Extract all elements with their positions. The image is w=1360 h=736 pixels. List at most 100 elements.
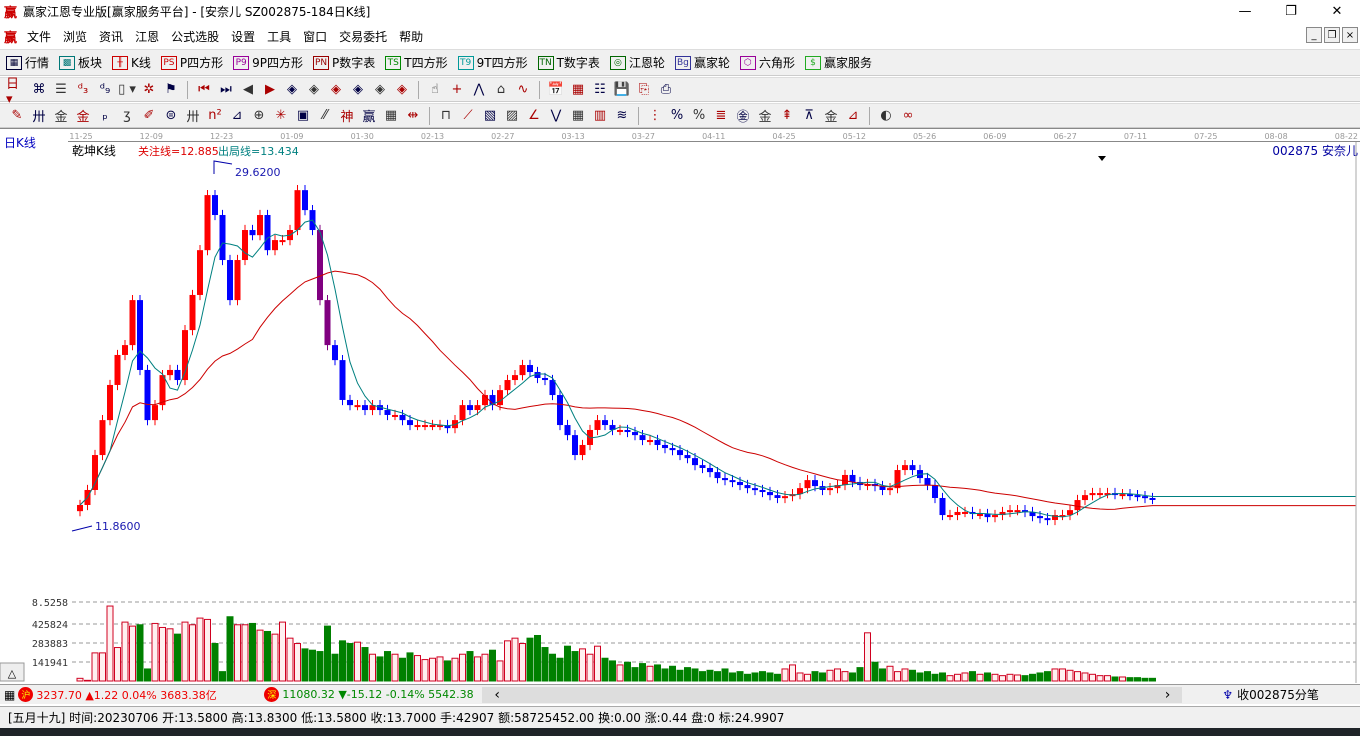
tool-icon[interactable]: ⌂ [490,80,512,100]
tool-icon[interactable]: ▨ [501,106,523,126]
tool-icon[interactable]: ⌘ [28,80,50,100]
tool-icon[interactable]: ⋁ [545,106,567,126]
menu-item[interactable]: 帮助 [393,28,429,45]
toolbar-button[interactable]: ⬡ 六角形 [739,54,795,71]
tool-icon[interactable]: ⇞ [776,106,798,126]
tool-icon[interactable]: % [666,106,688,126]
tool-icon[interactable]: ⚑ [160,80,182,100]
restore-button[interactable]: ❐ [1268,0,1314,23]
scroll-left-button[interactable]: ‹ [494,687,500,703]
tool-icon[interactable]: ✳ [270,106,292,126]
tool-icon[interactable]: 神 [336,106,358,126]
tool-icon[interactable]: ◈ [347,80,369,100]
menu-item[interactable]: 公式选股 [165,28,225,45]
tool-icon[interactable]: 金 [754,106,776,126]
scroll-right-button[interactable]: › [1165,687,1171,703]
toolbar-button[interactable]: Bg 赢家轮 [674,54,730,71]
toolbar-button[interactable]: PN P数字表 [313,54,375,71]
tool-icon[interactable]: ≋ [611,106,633,126]
tool-icon[interactable]: ⟋ [457,106,479,126]
toolbar-button[interactable]: ▦ 行情 [6,54,49,71]
toolbar-button[interactable]: PS P四方形 [160,54,223,71]
menu-item[interactable]: 江恩 [129,28,165,45]
tool-icon[interactable]: ▦ [567,106,589,126]
mdi-minimize-button[interactable]: _ [1306,27,1322,43]
tool-icon[interactable]: ☝ [424,80,446,100]
tool-icon[interactable]: 卅 [182,106,204,126]
tool-icon[interactable]: % [688,106,710,126]
tool-icon[interactable]: ◈ [281,80,303,100]
tool-icon[interactable]: ▦ [567,80,589,100]
close-button[interactable]: ✕ [1314,0,1360,23]
tool-icon[interactable]: ▣ [292,106,314,126]
tool-icon[interactable]: ☰ [50,80,72,100]
toolbar-button[interactable]: P9 9P四方形 [233,54,303,71]
tool-icon[interactable]: ☷ [589,80,611,100]
kline-chart[interactable]: 11-25 12-09 12-23 01-09 01-30 02-13 02-27 03-13… [0,128,1360,683]
tool-icon[interactable]: ◀ [237,80,259,100]
tool-icon[interactable]: ⋮ [644,106,666,126]
tool-icon[interactable]: ✲ [138,80,160,100]
mdi-restore-button[interactable]: ❐ [1324,27,1340,43]
tool-icon[interactable]: 金 [820,106,842,126]
tool-icon[interactable]: ◈ [325,80,347,100]
tool-icon[interactable]: ∞ [897,106,919,126]
menu-item[interactable]: 交易委托 [333,28,393,45]
tool-icon[interactable]: ▯ ▾ [116,80,138,100]
tool-icon[interactable]: ▥ [589,106,611,126]
tool-icon[interactable]: + [446,80,468,100]
toolbar-button[interactable]: T9 9T四方形 [457,54,528,71]
tool-icon[interactable]: ᵈ₃ [72,80,94,100]
toolbar-button[interactable]: ▩ 板块 [59,54,102,71]
tool-icon[interactable]: ⊓ [435,106,457,126]
toolbar-button[interactable]: ◎ 江恩轮 [609,54,665,71]
ticker-scrollbar[interactable]: ‹ › [482,686,1183,703]
tool-icon[interactable]: ⊼ [798,106,820,126]
tool-icon[interactable]: 卅 [28,106,50,126]
toolbar-button[interactable]: $ 赢家服务 [804,54,872,71]
menu-item[interactable]: 工具 [261,28,297,45]
tool-icon[interactable]: 金 [50,106,72,126]
tool-icon[interactable]: ㊎ [732,106,754,126]
tool-icon[interactable]: ∿ [512,80,534,100]
tool-icon[interactable]: ≣ [710,106,732,126]
minimize-button[interactable]: — [1222,0,1268,23]
tool-icon[interactable]: ✎ [6,106,28,126]
tool-icon[interactable]: ◐ [875,106,897,126]
menu-item[interactable]: 设置 [225,28,261,45]
mdi-close-button[interactable]: × [1342,27,1358,43]
tool-icon[interactable]: ◈ [391,80,413,100]
tool-icon[interactable]: n² [204,106,226,126]
menu-item[interactable]: 窗口 [297,28,333,45]
tool-icon[interactable]: ▦ [380,106,402,126]
tool-icon[interactable]: ᵈ₉ [94,80,116,100]
tool-icon[interactable]: 金 [72,106,94,126]
tool-icon[interactable]: ₚ [94,106,116,126]
tool-icon[interactable]: ✐ [138,106,160,126]
tool-icon[interactable]: ∠ [523,106,545,126]
quote-table-icon[interactable]: ▦ [4,688,15,702]
tool-icon[interactable]: ◈ [369,80,391,100]
tool-icon[interactable]: ⊜ [160,106,182,126]
tool-icon[interactable]: ⎘ [633,80,655,100]
tool-icon[interactable]: ⊕ [248,106,270,126]
tool-icon[interactable]: ⎙ [655,80,677,100]
tool-icon[interactable]: 💾 [611,80,633,100]
tool-icon[interactable]: ⏮ [193,80,215,100]
tool-icon[interactable]: ⏭ [215,80,237,100]
tool-icon[interactable]: ʒ [116,106,138,126]
tool-icon[interactable]: ⊿ [842,106,864,126]
menu-item[interactable]: 浏览 [57,28,93,45]
tool-icon[interactable]: ⁄⁄ [314,106,336,126]
toolbar-button[interactable]: TS T四方形 [385,54,448,71]
menu-item[interactable]: 资讯 [93,28,129,45]
toolbar-button[interactable]: ╫ K线 [112,54,151,71]
toolbar-button[interactable]: TN T数字表 [537,54,600,71]
tool-icon[interactable]: ▶ [259,80,281,100]
tool-icon[interactable]: ⋀ [468,80,490,100]
menu-item[interactable]: 文件 [21,28,57,45]
tool-icon[interactable]: ▧ [479,106,501,126]
tool-icon[interactable]: 📅 [545,80,567,100]
tool-icon[interactable]: ⊿ [226,106,248,126]
tool-icon[interactable]: ⇹ [402,106,424,126]
